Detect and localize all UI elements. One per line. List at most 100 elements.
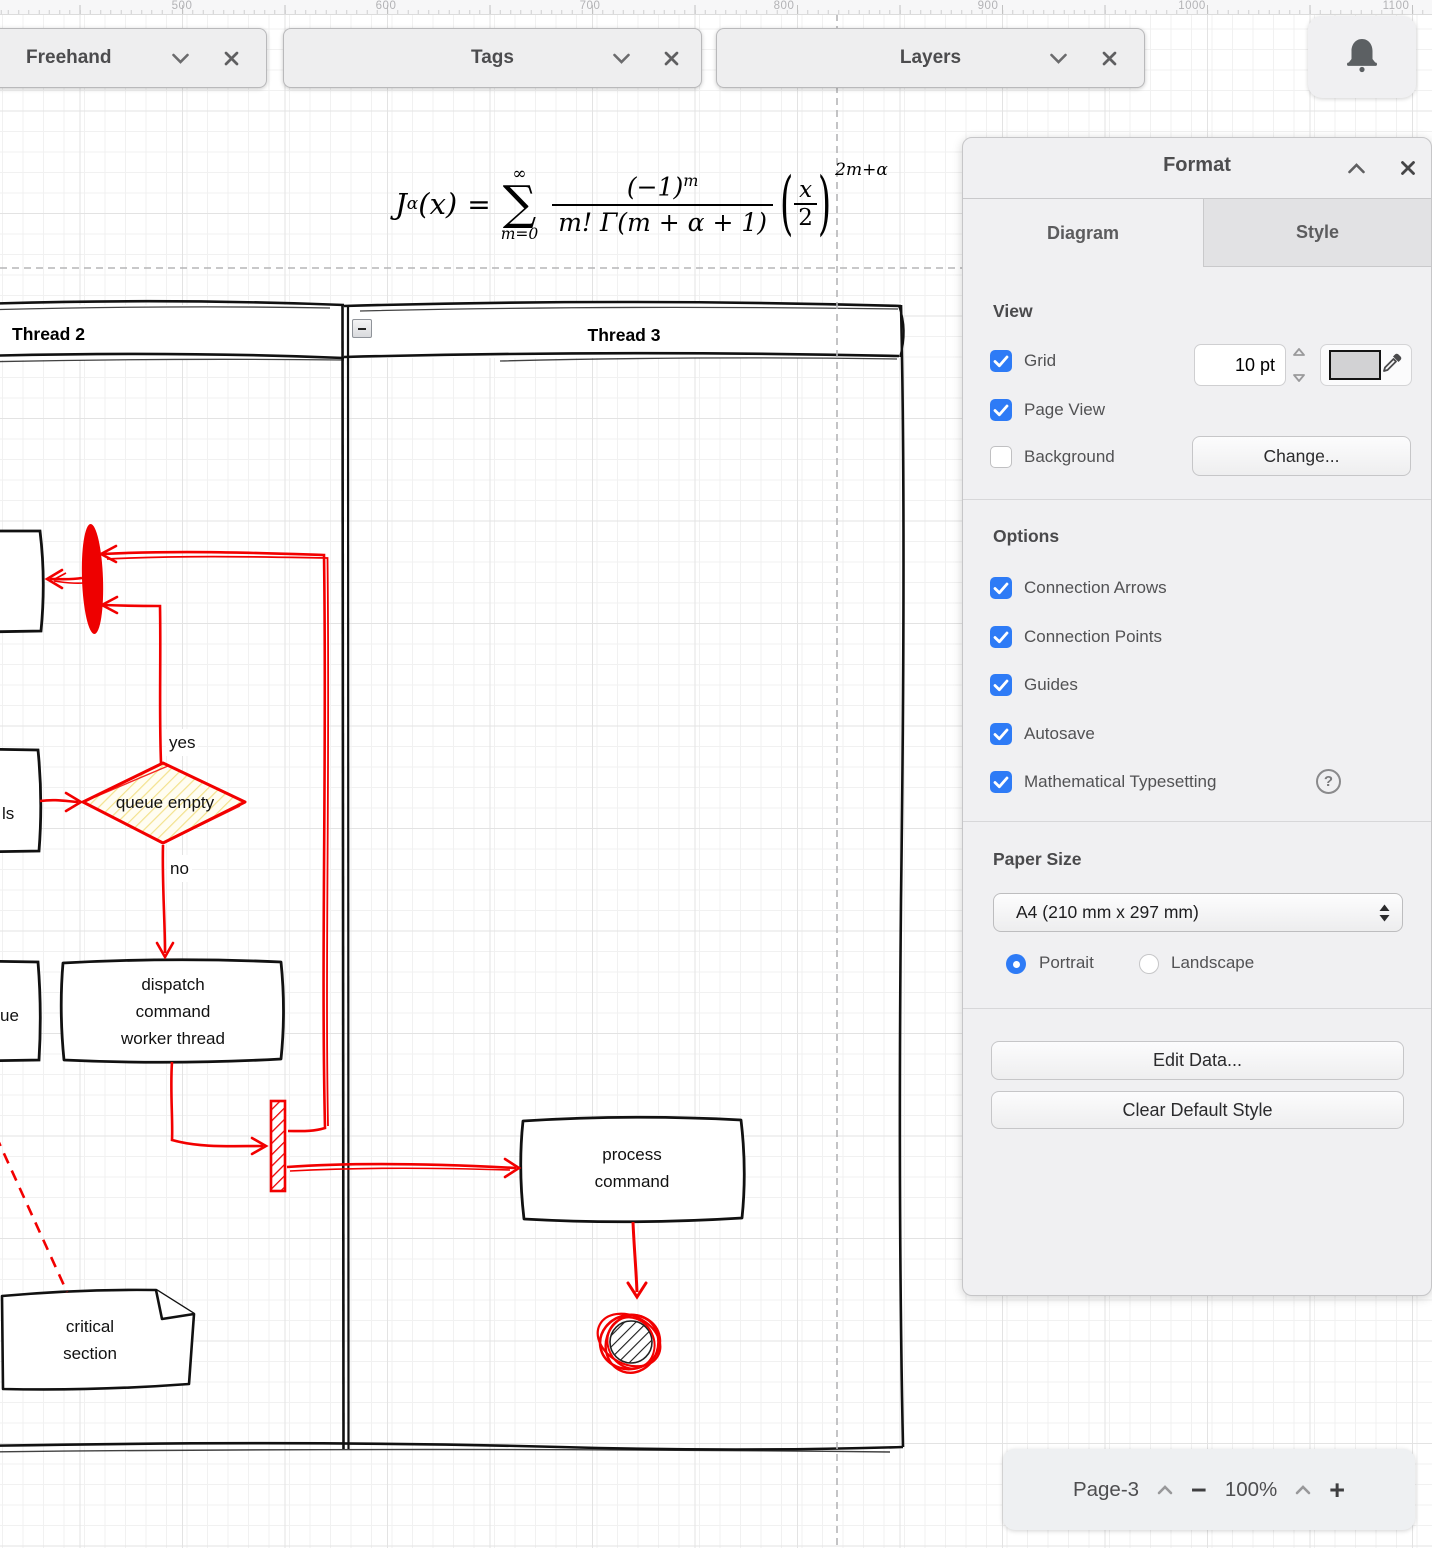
node-activation-bar[interactable] (271, 1101, 285, 1191)
view-section-heading: View (993, 301, 1033, 322)
label-process: process command (526, 1141, 738, 1195)
format-panel-header: Format (963, 138, 1431, 198)
zoom-level: 100% (1225, 1478, 1277, 1502)
grid-size-field-wrap (1194, 344, 1286, 386)
close-icon[interactable] (1397, 157, 1419, 179)
ruler-tick-label: 1000 (1178, 0, 1206, 12)
clear-default-style-button[interactable]: Clear Default Style (991, 1091, 1404, 1129)
stepper-down-icon[interactable] (1292, 373, 1306, 383)
check-icon (990, 577, 1012, 599)
format-tabs: Diagram Style (963, 198, 1431, 267)
label-critical-section: critical section (10, 1313, 170, 1367)
horizontal-ruler: 500 600 700 800 900 1000 1100 (0, 0, 1432, 15)
grid-size-input[interactable] (1194, 344, 1286, 386)
node-box-left-top[interactable] (0, 531, 43, 632)
edge-bar-to-process[interactable] (287, 1159, 519, 1177)
grid-size-stepper[interactable] (1290, 347, 1308, 383)
formula-sigma: ∑ (503, 182, 537, 226)
lane-collapse-button[interactable] (352, 319, 372, 338)
formula-sum: ∞ ∑ m=0 (501, 167, 539, 242)
node-end-scribble[interactable] (589, 1303, 670, 1379)
help-icon[interactable]: ? (1316, 769, 1341, 794)
connection-arrows-checkbox[interactable] (990, 577, 1012, 599)
panel-layers[interactable]: Layers (716, 28, 1145, 88)
chevron-down-icon[interactable] (610, 47, 632, 69)
formula-j: J (395, 187, 407, 221)
ruler-tick-label: 900 (978, 0, 999, 12)
paper-size-select[interactable]: A4 (210 mm x 297 mm) (993, 893, 1403, 932)
swimlane-thread3[interactable] (344, 302, 904, 1447)
tab-style[interactable]: Style (1203, 199, 1431, 267)
background-checkbox[interactable] (990, 446, 1012, 468)
panel-tags[interactable]: Tags (283, 28, 702, 88)
tab-diagram[interactable]: Diagram (963, 199, 1203, 267)
node-mutex-bar[interactable] (80, 524, 105, 635)
edge-dashed-critical[interactable] (0, 1136, 67, 1292)
section-divider (963, 821, 1431, 822)
formula-denominator: m! Γ(m + α + 1) (552, 204, 773, 237)
guides-label: Guides (1024, 675, 1078, 695)
formula-x: x (795, 178, 816, 203)
landscape-radio[interactable] (1139, 954, 1159, 974)
edge-yes-branch[interactable] (102, 597, 161, 763)
connection-points-checkbox[interactable] (990, 626, 1012, 648)
check-icon (990, 350, 1012, 372)
eyedropper-icon[interactable] (1381, 352, 1403, 379)
close-icon[interactable] (220, 47, 242, 69)
format-panel: Format Diagram Style View Grid Page View… (962, 137, 1432, 1296)
ruler-tick-label: 600 (376, 0, 397, 12)
formula-close-paren: ) (818, 163, 831, 245)
edge-process-to-end[interactable] (628, 1222, 646, 1297)
background-label: Background (1024, 447, 1115, 467)
zoom-in-button[interactable]: + (1329, 1480, 1345, 1500)
check-icon (990, 723, 1012, 745)
label-fragment-ls: ls (2, 800, 32, 827)
close-icon[interactable] (1098, 47, 1120, 69)
edge-dispatch-to-bar[interactable] (171, 1062, 266, 1154)
formula-x-over-2: x 2 (794, 178, 817, 230)
zoom-out-button[interactable]: − (1191, 1480, 1207, 1500)
chevron-down-icon[interactable] (169, 47, 191, 69)
connection-points-label: Connection Points (1024, 627, 1162, 647)
edge-capsule-to-box[interactable] (47, 570, 84, 588)
ruler-tick-label: 700 (580, 0, 601, 12)
grid-color-swatch[interactable] (1329, 350, 1381, 380)
chevron-up-icon[interactable] (1157, 1485, 1173, 1495)
formula-j-args: (x) (418, 187, 457, 221)
math-formula[interactable]: Jα(x) = ∞ ∑ m=0 (−1)m m! Γ(m + α + 1) ( … (380, 148, 900, 260)
page-selector[interactable]: Page-3 (1073, 1478, 1139, 1502)
chevron-up-icon[interactable] (1295, 1485, 1311, 1495)
formula-open-paren: ( (780, 163, 793, 245)
section-divider (963, 499, 1431, 500)
label-dispatch-line1: dispatch (68, 971, 278, 998)
guides-checkbox[interactable] (990, 674, 1012, 696)
ruler-tick-label: 1100 (1383, 0, 1410, 12)
label-dispatch-line2: command (68, 998, 278, 1025)
edit-data-button[interactable]: Edit Data... (991, 1041, 1404, 1080)
math-typesetting-checkbox[interactable] (990, 771, 1012, 793)
ruler-major-ticks (0, 5, 1432, 14)
close-icon[interactable] (660, 47, 682, 69)
minus-icon (358, 328, 366, 330)
paper-size-heading: Paper Size (993, 849, 1082, 870)
page-view-label: Page View (1024, 400, 1105, 420)
portrait-radio[interactable] (1006, 954, 1026, 974)
grid-color-control (1320, 344, 1412, 386)
formula-j-sub: α (407, 194, 418, 214)
autosave-checkbox[interactable] (990, 723, 1012, 745)
panel-freehand[interactable]: Freehand (0, 28, 267, 88)
swimlane-divider (342, 304, 349, 1449)
chevron-up-icon[interactable] (1345, 157, 1367, 179)
options-section-heading: Options (993, 526, 1059, 547)
formula-sum-bottom: m=0 (501, 226, 539, 242)
check-icon (990, 399, 1012, 421)
notifications-button[interactable] (1308, 16, 1416, 98)
stepper-up-icon[interactable] (1292, 347, 1306, 357)
grid-checkbox[interactable] (990, 350, 1012, 372)
change-background-button[interactable]: Change... (1192, 436, 1411, 476)
page-view-checkbox[interactable] (990, 399, 1012, 421)
chevron-down-icon[interactable] (1047, 47, 1069, 69)
bell-icon (1344, 35, 1380, 80)
edge-box-to-diamond[interactable] (40, 793, 81, 811)
label-dispatch-line3: worker thread (68, 1025, 278, 1052)
